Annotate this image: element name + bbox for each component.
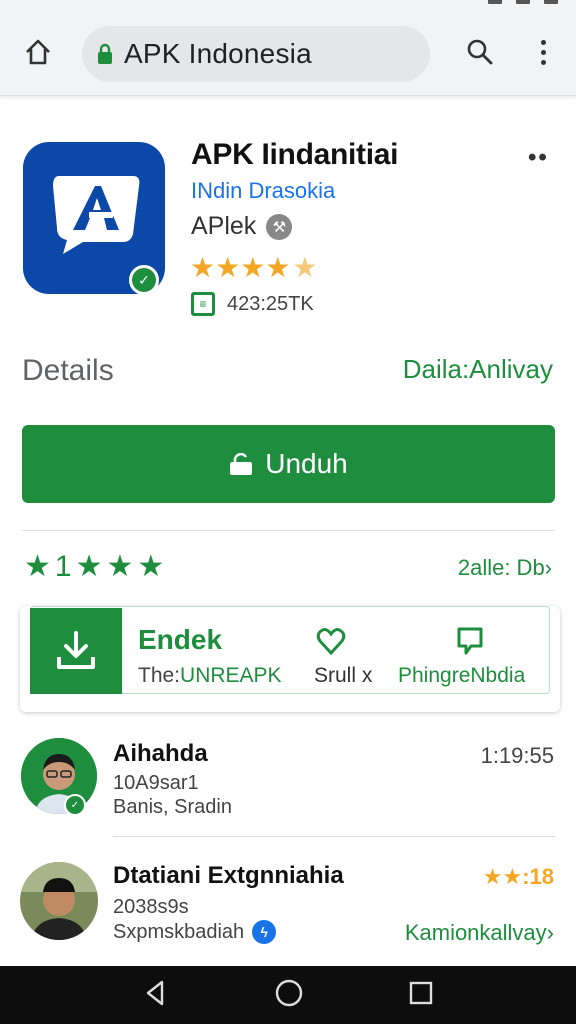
menu-dot-icon	[540, 39, 546, 45]
wifi-icon	[516, 0, 530, 4]
feature-subtitle-prefix: The:	[138, 664, 181, 687]
avatar[interactable]	[20, 862, 98, 940]
download-button-label: Unduh	[265, 448, 348, 479]
verified-badge: ✓	[129, 265, 159, 295]
review-location-text: Sxpmskbadiah	[113, 920, 245, 943]
home-nav-button[interactable]	[274, 978, 304, 1013]
lock-icon	[98, 43, 112, 64]
comment-button[interactable]	[456, 626, 484, 661]
recents-icon	[409, 981, 433, 1004]
details-heading: Details	[22, 354, 114, 387]
app-title: APK Iindanitiai	[191, 138, 399, 171]
home-icon	[26, 39, 50, 65]
url-text: APK Indonesia	[124, 38, 312, 69]
comment-label: PhingreNbdia	[398, 664, 526, 687]
review-meta: 10A9sar1	[113, 772, 199, 794]
download-count: ≡ 423:25TK	[191, 292, 314, 316]
download-tile[interactable]	[30, 608, 122, 694]
review-author: Dtatiani Extgnniahia	[113, 862, 344, 889]
back-icon	[146, 980, 164, 1005]
feature-title: Endek	[138, 624, 223, 655]
verified-blue-icon: ϟ	[252, 920, 277, 944]
back-button[interactable]	[142, 979, 170, 1012]
rating-star-half: ★	[292, 252, 318, 283]
app-rating-stars: ★★★★ ★	[190, 254, 318, 282]
person-avatar-icon	[20, 862, 98, 940]
favorite-button[interactable]	[316, 626, 346, 661]
rating-link[interactable]: 2alle: Db›	[458, 555, 552, 581]
tool-icon: ⚒	[266, 213, 293, 240]
feature-subtitle-highlight: UNREAPK	[180, 664, 282, 687]
rating-stars-full: ★★★★	[190, 252, 291, 283]
download-icon	[57, 631, 95, 669]
rating-summary-stars: ★1★★★	[24, 550, 169, 583]
divider	[113, 836, 555, 837]
favorite-label: Srull x	[314, 664, 373, 687]
developer-link[interactable]: INdin Drasokia	[191, 178, 335, 204]
download-count-icon: ≡	[191, 292, 215, 316]
search-button[interactable]	[462, 34, 498, 70]
status-icons	[488, 0, 558, 4]
download-count-text: 423:25TK	[227, 292, 314, 315]
signal-icon	[488, 0, 502, 4]
feature-subtitle: The:UNREAPK	[138, 664, 282, 688]
menu-dot-icon	[540, 49, 546, 55]
recents-button[interactable]	[408, 980, 434, 1011]
search-icon	[467, 39, 493, 65]
review-stars: ★★:18	[482, 864, 554, 889]
review-time: 1:19:55	[480, 743, 554, 768]
status-bar	[0, 0, 576, 12]
more-options-button[interactable]: ••	[528, 144, 549, 172]
overflow-menu-button[interactable]	[528, 34, 558, 70]
review-link[interactable]: Kamionkallvay›	[405, 920, 554, 946]
review-location: Sxpmskbadiah ϟ	[113, 920, 277, 944]
details-link[interactable]: Daila:Anlivay	[403, 354, 553, 385]
address-bar[interactable]: APK Indonesia	[82, 26, 430, 82]
review-author: Aihahda	[113, 740, 208, 767]
menu-dot-icon	[540, 59, 546, 65]
unlock-icon	[230, 453, 253, 475]
chat-icon	[457, 627, 483, 655]
heart-icon	[316, 628, 346, 656]
home-button[interactable]	[20, 34, 56, 70]
home-circle-icon	[275, 979, 303, 1006]
category-label: APlek	[191, 212, 257, 240]
browser-toolbar: APK Indonesia	[0, 12, 576, 96]
divider	[22, 530, 555, 531]
app-category: APlek ⚒	[191, 212, 293, 241]
review-meta: 2038s9s	[113, 896, 189, 918]
battery-icon	[544, 0, 558, 4]
feature-card: Endek The:UNREAPK Srull x PhingreNbdia	[20, 606, 560, 712]
app-logo-icon	[53, 176, 140, 254]
download-button[interactable]: Unduh	[22, 425, 555, 503]
review-location: Banis, Sradin	[113, 796, 232, 818]
system-navigation-bar	[0, 966, 576, 1024]
verified-badge: ✓	[64, 794, 86, 816]
